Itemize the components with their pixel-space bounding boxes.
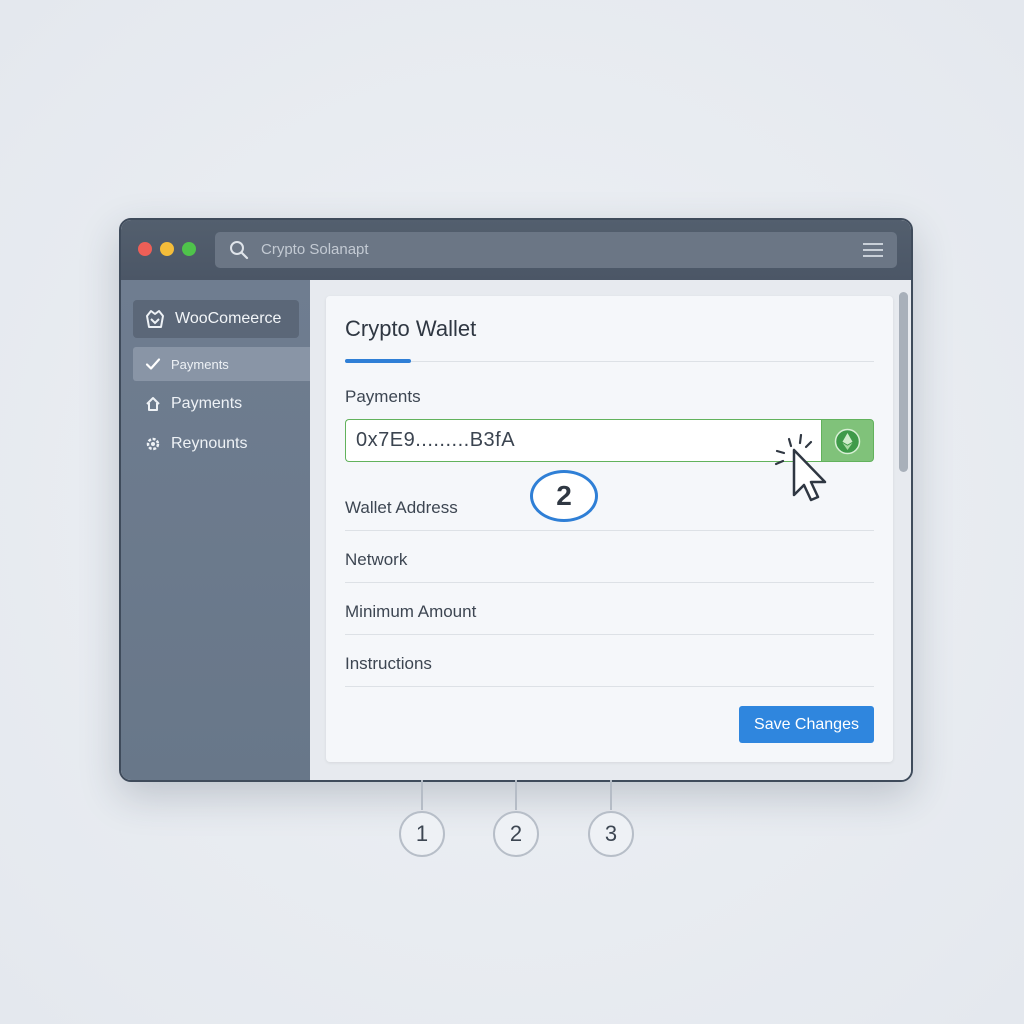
step-indicator-1[interactable]: 1 bbox=[399, 811, 445, 857]
close-window-button[interactable] bbox=[138, 242, 152, 256]
search-icon bbox=[230, 241, 249, 260]
minimize-window-button[interactable] bbox=[160, 242, 174, 256]
step-indicator-2[interactable]: 2 bbox=[493, 811, 539, 857]
content-area: Crypto Wallet Payments 0x7E9.........B3f… bbox=[310, 280, 911, 780]
row-label: Network bbox=[345, 550, 408, 569]
browser-window: Crypto Solanapt WooComeerce Payments Pay… bbox=[119, 218, 913, 782]
check-icon bbox=[145, 358, 161, 370]
sidebar-brand[interactable]: WooComeerce bbox=[133, 300, 299, 338]
payments-field-label: Payments bbox=[345, 387, 421, 406]
menu-icon[interactable] bbox=[863, 242, 883, 258]
save-changes-button[interactable]: Save Changes bbox=[739, 706, 874, 743]
sidebar: WooComeerce Payments Payments Reynounts bbox=[121, 280, 310, 780]
sidebar-item-payments[interactable]: Payments bbox=[133, 387, 310, 421]
wallet-address-value: 0x7E9.........B3fA bbox=[356, 429, 516, 451]
title-divider bbox=[345, 361, 874, 362]
title-bar: Crypto Solanapt bbox=[121, 220, 911, 280]
settings-row-wallet-address[interactable]: Wallet Address bbox=[345, 478, 874, 531]
wallet-address-input[interactable]: 0x7E9.........B3fA bbox=[345, 419, 821, 462]
address-bar-text: Crypto Solanapt bbox=[261, 241, 369, 258]
scrollbar-thumb[interactable] bbox=[899, 292, 908, 472]
sidebar-item-payments-active[interactable]: Payments bbox=[133, 347, 310, 381]
step-connector bbox=[515, 780, 517, 810]
active-tab-indicator bbox=[345, 359, 411, 363]
ethereum-icon bbox=[834, 428, 861, 455]
step-connector bbox=[421, 780, 423, 810]
row-label: Minimum Amount bbox=[345, 602, 477, 621]
home-icon bbox=[146, 397, 160, 411]
row-label: Instructions bbox=[345, 654, 432, 673]
sidebar-item-label: Payments bbox=[171, 356, 229, 372]
step-indicator-3[interactable]: 3 bbox=[588, 811, 634, 857]
woocommerce-icon bbox=[146, 310, 164, 328]
maximize-window-button[interactable] bbox=[182, 242, 196, 256]
sidebar-item-reynounts[interactable]: Reynounts bbox=[133, 427, 310, 461]
page-title: Crypto Wallet bbox=[345, 316, 477, 341]
address-bar[interactable]: Crypto Solanapt bbox=[215, 232, 897, 268]
step-connector bbox=[610, 780, 612, 810]
row-label: Wallet Address bbox=[345, 498, 458, 517]
settings-row-minimum-amount[interactable]: Minimum Amount bbox=[345, 582, 874, 635]
sidebar-item-label: Payments bbox=[171, 395, 243, 412]
brand-label: WooComeerce bbox=[175, 310, 282, 327]
sidebar-item-label: Reynounts bbox=[171, 435, 248, 452]
settings-row-instructions[interactable]: Instructions bbox=[345, 634, 874, 687]
gear-icon bbox=[146, 437, 160, 451]
crypto-wallet-panel: Crypto Wallet Payments 0x7E9.........B3f… bbox=[326, 296, 893, 762]
settings-row-network[interactable]: Network bbox=[345, 530, 874, 583]
